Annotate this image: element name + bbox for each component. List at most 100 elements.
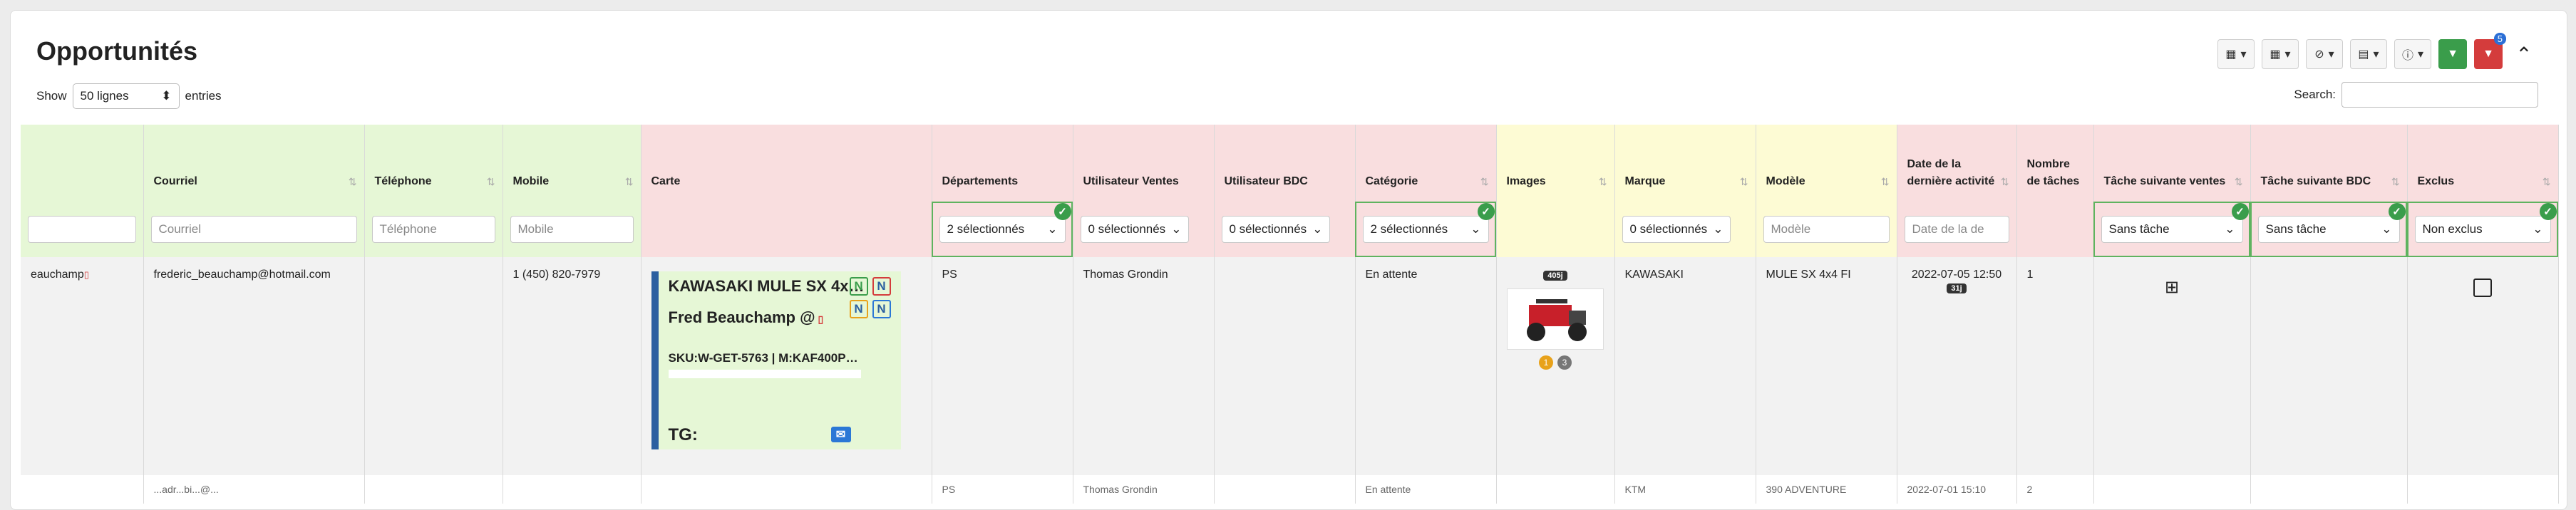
- util-ventes-filter-select[interactable]: 0 sélectionnés ⌄: [1080, 216, 1190, 243]
- col-telephone-header[interactable]: Téléphone ⇅: [364, 125, 503, 202]
- chevron-down-icon: ▾: [2284, 48, 2291, 61]
- cell-mobile[interactable]: 1 (450) 820-7979: [503, 257, 642, 475]
- phone-icon: ▯: [815, 313, 824, 325]
- tache-bdc-filter-select[interactable]: Sans tâche ⌄: [2257, 216, 2400, 243]
- departements-filter-select[interactable]: 2 sélectionnés ⌄: [939, 216, 1066, 243]
- sort-icon: ⇅: [486, 176, 495, 187]
- col-util-bdc-header: Utilisateur BDC: [1214, 125, 1356, 202]
- col-marque-header[interactable]: Marque ⇅: [1614, 125, 1756, 202]
- col-courriel-header[interactable]: Courriel ⇅: [143, 125, 365, 202]
- clear-filters-button[interactable]: ▼ 5: [2474, 33, 2506, 69]
- collapse-chevron-up-icon[interactable]: ⌃: [2510, 43, 2538, 66]
- image-count-dot: 3: [1557, 355, 1572, 370]
- table-row[interactable]: ...adr...bi...@... PS Thomas Grondin En …: [21, 475, 2559, 504]
- col-categorie-header[interactable]: Catégorie ⇅: [1355, 125, 1497, 202]
- col-images-header[interactable]: Images ⇅: [1496, 125, 1615, 202]
- info-button[interactable]: ⓘ ▾: [2394, 39, 2431, 69]
- page-title: Opportunités: [36, 36, 197, 66]
- chevron-down-icon: ▾: [2417, 48, 2423, 61]
- header-row: Courriel ⇅ Téléphone ⇅ Mobile ⇅ Carte Dépar…: [21, 125, 2559, 202]
- mobile-filter-input[interactable]: Mobile: [510, 216, 634, 243]
- cell-categorie: En attente: [1355, 475, 1497, 504]
- table-row[interactable]: eauchamp▯ frederic_beauchamp@hotmail.com…: [21, 257, 2559, 475]
- categorie-filter-select[interactable]: 2 sélectionnés ⌄: [1362, 216, 1489, 243]
- date-filter-input[interactable]: Date de la de: [1904, 216, 2009, 243]
- layout-icon: ▦: [2270, 48, 2281, 61]
- cell-name[interactable]: eauchamp▯: [21, 257, 144, 475]
- filter-row: Courriel Téléphone Mobile 2 sélectionnés…: [21, 202, 2559, 257]
- col-modele-header[interactable]: Modèle ⇅: [1756, 125, 1897, 202]
- images-filter-empty: [1496, 202, 1615, 257]
- exclus-filter-select[interactable]: Non exclus ⌄: [2414, 216, 2551, 243]
- cell-util-ventes: Thomas Grondin: [1073, 475, 1215, 504]
- cell-modele: 390 ADVENTURE: [1756, 475, 1897, 504]
- name-filter-input[interactable]: [28, 216, 136, 243]
- sort-icon: ⇅: [1598, 176, 1607, 187]
- opportunity-card[interactable]: KAWASAKI MULE SX 4x… Fred Beauchamp @ ▯ …: [651, 271, 901, 449]
- cell-carte: KAWASAKI MULE SX 4x… Fred Beauchamp @ ▯ …: [641, 257, 932, 475]
- opportunities-panel: Opportunités ▦ ▾ ▦ ▾ ⊘ ▾ ▤ ▾ ⓘ ▾ ▼ ▼ 5 ⌃ Show …: [10, 10, 2567, 510]
- chevron-down-icon: ⌄: [1171, 222, 1182, 236]
- chevron-down-icon: ▾: [2240, 48, 2247, 61]
- note-red-icon[interactable]: N: [872, 277, 891, 296]
- updown-icon: ⬍: [161, 89, 172, 103]
- sort-icon: ⇅: [2391, 176, 2400, 187]
- image-count-dot: 1: [1539, 355, 1553, 370]
- note-orange-icon[interactable]: N: [849, 300, 868, 318]
- cell-date: 2022-07-01 15:10: [1897, 475, 2017, 504]
- modele-filter-input[interactable]: Modèle: [1763, 216, 1890, 243]
- nb-taches-filter-empty: [2016, 202, 2094, 257]
- filter-button[interactable]: ▼: [2438, 39, 2467, 69]
- check-icon: ✓: [1477, 203, 1495, 220]
- col-name-header[interactable]: [21, 125, 144, 202]
- marque-filter-select[interactable]: 0 sélectionnés ⌄: [1622, 216, 1731, 243]
- opportunities-table: Courriel ⇅ Téléphone ⇅ Mobile ⇅ Carte Dépar…: [21, 125, 2559, 504]
- note-green-icon[interactable]: N: [849, 277, 868, 296]
- page-size-select[interactable]: 50 lignes ⬍: [72, 83, 180, 109]
- col-date-header[interactable]: Date de la dernière activité ⇅: [1897, 125, 2017, 202]
- cell-date: 2022-07-05 12:50 31j: [1897, 257, 2017, 475]
- image-counters: 1 3: [1507, 355, 1604, 370]
- cell-telephone: [364, 257, 503, 475]
- check-icon: ✓: [2539, 203, 2557, 220]
- search-input[interactable]: [2341, 82, 2538, 108]
- carte-filter-empty: [641, 202, 932, 257]
- calendar-add-icon[interactable]: ⊞: [2165, 278, 2179, 297]
- cell-nb-taches: 1: [2016, 257, 2094, 475]
- cell-departement: PS: [932, 257, 1073, 475]
- cell-courriel[interactable]: frederic_beauchamp@hotmail.com: [143, 257, 365, 475]
- last-activity-date: 2022-07-05 12:50: [1911, 269, 2002, 281]
- eye-slash-icon: ⊘: [2314, 48, 2324, 61]
- visibility-button[interactable]: ⊘ ▾: [2305, 39, 2343, 69]
- cell-courriel[interactable]: ...adr...bi...@...: [143, 475, 365, 504]
- col-mobile-header[interactable]: Mobile ⇅: [503, 125, 642, 202]
- layout-grid-button[interactable]: ▦ ▾: [2261, 39, 2299, 69]
- sort-icon: ⇅: [1480, 176, 1489, 187]
- util-bdc-filter-select[interactable]: 0 sélectionnés ⌄: [1221, 216, 1331, 243]
- utv-image: [1527, 299, 1587, 341]
- search-control: Search:: [2294, 82, 2538, 108]
- telephone-filter-input[interactable]: Téléphone: [371, 216, 495, 243]
- col-tache-bdc-header[interactable]: Tâche suivante BDC ⇅: [2250, 125, 2408, 202]
- file-icon: ▤: [2358, 48, 2369, 61]
- col-tache-ventes-header[interactable]: Tâche suivante ventes ⇅: [2093, 125, 2251, 202]
- courriel-filter-input[interactable]: Courriel: [150, 216, 357, 243]
- column-grid-button[interactable]: ▦ ▾: [2217, 39, 2255, 69]
- chevron-down-icon: ⌄: [1047, 222, 1058, 236]
- note-blue-icon[interactable]: N: [872, 300, 891, 318]
- mail-icon[interactable]: ✉: [830, 427, 851, 442]
- col-departements-header: Départements: [932, 125, 1073, 202]
- col-util-ventes-header: Utilisateur Ventes: [1073, 125, 1215, 202]
- page-size-value: 50 lignes: [80, 89, 129, 103]
- chevron-down-icon: ▾: [2373, 48, 2379, 61]
- export-button[interactable]: ▤ ▾: [2349, 39, 2387, 69]
- sort-icon: ⇅: [2234, 176, 2243, 187]
- phone-icon: ▯: [83, 269, 89, 280]
- chevron-down-icon: ▾: [2328, 48, 2334, 61]
- info-icon: ⓘ: [2401, 50, 2413, 62]
- col-exclus-header[interactable]: Exclus ⇅: [2407, 125, 2559, 202]
- exclude-checkbox[interactable]: [2473, 279, 2492, 297]
- tache-ventes-filter-select[interactable]: Sans tâche ⌄: [2101, 216, 2243, 243]
- cell-tache-ventes: ⊞: [2093, 257, 2251, 475]
- vehicle-thumbnail[interactable]: [1507, 288, 1604, 350]
